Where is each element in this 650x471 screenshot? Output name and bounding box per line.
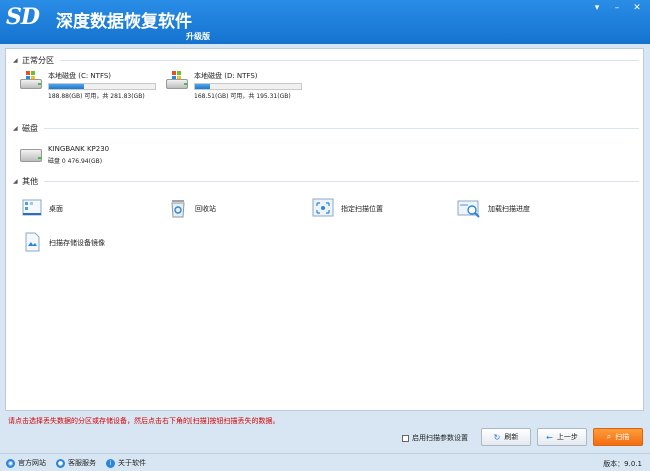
app-edition: 升级版: [186, 32, 210, 41]
menu-icon[interactable]: ▾: [592, 3, 602, 13]
other-item-recycle-bin[interactable]: 回收站: [168, 198, 216, 218]
partition-size: 188.88(GB) 可用，共 281.83(GB): [48, 93, 145, 100]
checkbox-label: 启用扫描参数设置: [412, 434, 468, 442]
support-link[interactable]: ● 客服服务: [56, 458, 96, 468]
desktop-icon: [22, 198, 42, 218]
close-icon[interactable]: ✕: [632, 3, 642, 13]
about-label: 关于软件: [118, 459, 146, 467]
search-icon: ⌕: [606, 432, 612, 441]
section-others[interactable]: ◢ 其他: [13, 176, 639, 187]
other-item-scan-location[interactable]: 指定扫描位置: [312, 198, 383, 218]
scan-button[interactable]: ⌕ 扫描: [593, 428, 643, 446]
hard-disk-icon: [20, 145, 44, 165]
back-label: 上一步: [556, 433, 578, 441]
section-disks[interactable]: ◢ 磁盘: [13, 123, 639, 134]
app-title: 深度数据恢复软件: [56, 12, 192, 32]
scan-location-icon: [312, 198, 334, 218]
main-panel: ◢ 正常分区 本地磁盘 (C: NTFS) 188.88(GB) 可用，共 28…: [5, 48, 644, 411]
disk-name: KINGBANK KP230: [48, 145, 110, 153]
device-image-icon: [22, 232, 42, 252]
collapse-icon[interactable]: ◢: [13, 57, 22, 64]
divider: [44, 181, 639, 182]
version-label: 版本：9.0.1: [603, 460, 642, 468]
collapse-icon[interactable]: ◢: [13, 125, 22, 132]
support-label: 客服服务: [68, 459, 96, 467]
back-arrow-icon: ←: [546, 432, 553, 442]
other-item-device-image[interactable]: 扫描存储设备镜像: [22, 232, 105, 252]
section-partitions[interactable]: ◢ 正常分区: [13, 55, 639, 66]
divider: [44, 128, 639, 129]
partition-c[interactable]: 本地磁盘 (C: NTFS) 188.88(GB) 可用，共 281.83(GB…: [20, 71, 156, 100]
info-icon: i: [106, 458, 115, 468]
other-label: 扫描存储设备镜像: [49, 239, 105, 247]
globe-icon: ◉: [6, 458, 15, 468]
partition-size: 168.51(GB) 可用，共 195.31(GB): [194, 93, 291, 100]
about-link[interactable]: i 关于软件: [106, 458, 146, 468]
other-item-load-progress[interactable]: 加载扫描进度: [457, 198, 530, 218]
checkbox-box[interactable]: [402, 434, 409, 442]
windows-drive-icon: [20, 71, 44, 91]
refresh-button[interactable]: ↻ 刷新: [481, 428, 531, 446]
status-bar: ◉ 官方网站 ● 客服服务 i 关于软件 版本：9.0.1: [0, 453, 650, 471]
scan-params-checkbox[interactable]: 启用扫描参数设置: [402, 433, 468, 443]
disk-size: 磁盘 0 476.94(GB): [48, 158, 103, 165]
scan-label: 扫描: [615, 433, 630, 441]
minimize-icon[interactable]: –: [612, 3, 622, 13]
other-label: 指定扫描位置: [341, 205, 383, 213]
other-label: 桌面: [49, 205, 63, 213]
other-item-desktop[interactable]: 桌面: [22, 198, 63, 218]
divider: [60, 60, 639, 61]
app-logo: SD: [6, 4, 40, 30]
section-disks-label: 磁盘: [22, 123, 44, 134]
collapse-icon[interactable]: ◢: [13, 178, 22, 185]
back-button[interactable]: ← 上一步: [537, 428, 587, 446]
website-label: 官方网站: [18, 459, 46, 467]
refresh-icon: ↻: [493, 432, 501, 442]
partition-name: 本地磁盘 (D: NTFS): [194, 72, 258, 80]
usage-bar: [194, 83, 302, 90]
partition-name: 本地磁盘 (C: NTFS): [48, 72, 112, 80]
chat-icon: ●: [56, 458, 65, 468]
usage-bar: [48, 83, 156, 90]
section-partitions-label: 正常分区: [22, 55, 60, 66]
recycle-bin-icon: [168, 198, 188, 218]
disk-item[interactable]: KINGBANK KP230 磁盘 0 476.94(GB): [20, 145, 109, 165]
section-others-label: 其他: [22, 176, 44, 187]
other-label: 回收站: [195, 205, 216, 213]
website-link[interactable]: ◉ 官方网站: [6, 458, 46, 468]
hint-text: 请点击选择丢失数据的分区或存储设备，然后点击右下角的[扫描]按钮扫描丢失的数据。: [8, 417, 280, 425]
other-label: 加载扫描进度: [488, 205, 530, 213]
windows-drive-icon: [166, 71, 190, 91]
partition-d[interactable]: 本地磁盘 (D: NTFS) 168.51(GB) 可用，共 195.31(GB…: [166, 71, 302, 100]
title-bar: SD 深度数据恢复软件 升级版 ▾ – ✕: [0, 0, 650, 44]
load-progress-icon: [457, 198, 481, 218]
refresh-label: 刷新: [504, 433, 519, 441]
